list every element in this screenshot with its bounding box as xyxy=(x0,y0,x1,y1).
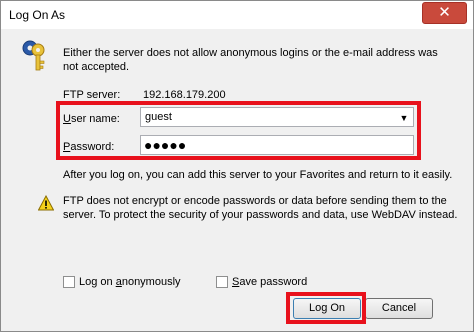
save-password-label[interactable]: Save password xyxy=(232,276,307,288)
log-on-anonymously-checkbox[interactable] xyxy=(63,276,75,288)
close-button[interactable]: ✕ xyxy=(422,2,467,24)
security-warning: FTP does not encrypt or encode passwords… xyxy=(63,195,458,221)
ftp-server-label: FTP server: xyxy=(63,89,121,101)
log-on-highlight-box xyxy=(286,292,366,324)
anon-label-prefix: Log on xyxy=(79,276,116,288)
favorites-note: After you log on, you can add this serve… xyxy=(63,169,453,181)
credentials-highlight-box xyxy=(56,101,421,160)
close-icon: ✕ xyxy=(438,4,451,21)
save-label-rest: ave password xyxy=(239,276,308,288)
key-icon xyxy=(22,40,45,71)
anon-label-rest: nonymously xyxy=(121,276,181,288)
log-on-anonymously-label[interactable]: Log on anonymously xyxy=(79,276,181,288)
log-on-as-dialog: Log On As ✕ Either the server does not a… xyxy=(0,0,474,332)
warning-icon xyxy=(38,195,54,211)
title-bar: Log On As ✕ xyxy=(1,1,473,29)
anonymous-login-message: Either the server does not allow anonymo… xyxy=(63,47,438,73)
save-password-checkbox[interactable] xyxy=(216,276,228,288)
window-title: Log On As xyxy=(9,8,66,22)
ftp-server-value: 192.168.179.200 xyxy=(143,89,226,101)
cancel-button[interactable]: Cancel xyxy=(365,298,433,319)
